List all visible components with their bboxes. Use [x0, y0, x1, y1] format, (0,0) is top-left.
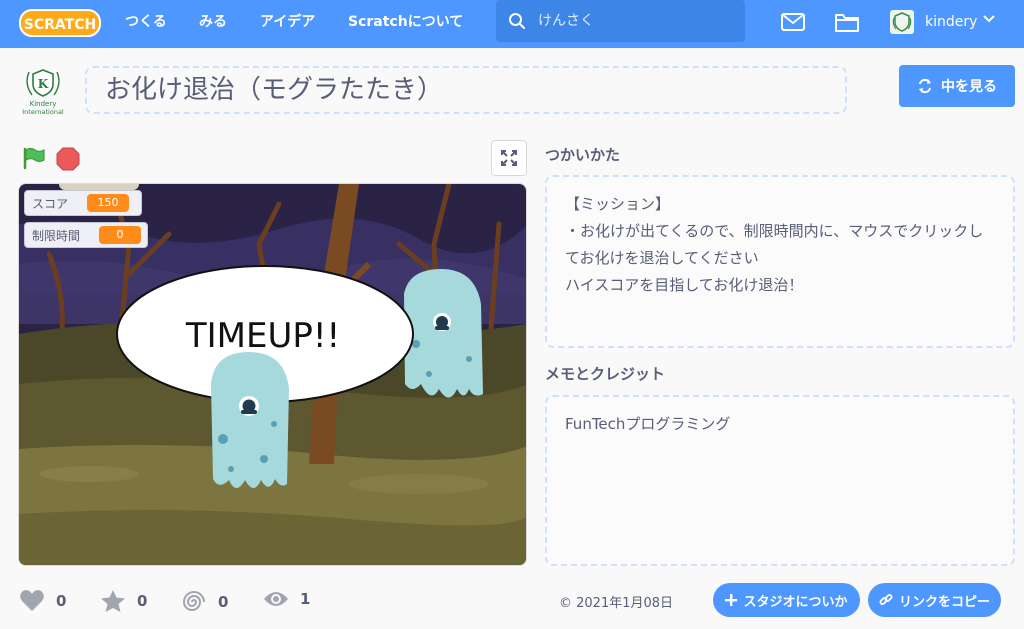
- fullscreen-button[interactable]: [491, 140, 527, 176]
- fullscreen-icon: [501, 150, 517, 166]
- search-input[interactable]: [538, 9, 733, 33]
- shield-icon: [892, 12, 912, 32]
- remix-arrows-icon: [919, 78, 931, 94]
- nav-create[interactable]: つくる: [125, 0, 167, 48]
- heart-icon: [20, 590, 44, 611]
- love-stat[interactable]: 0: [19, 589, 66, 613]
- scratch-logo[interactable]: SCRATCH: [19, 9, 101, 37]
- green-flag-icon[interactable]: [22, 147, 46, 169]
- speech-text: TIMEUP!!: [185, 316, 340, 356]
- instructions-text[interactable]: 【ミッション】 ・お化けが出てくるので、制限時間内に、マウスでクリックしてお化け…: [545, 175, 1015, 348]
- logo-text: SCRATCH: [24, 17, 96, 33]
- search-icon: [509, 13, 525, 29]
- ghost-center: [211, 352, 289, 488]
- credits-text[interactable]: FunTechプログラミング: [545, 395, 1015, 566]
- credits-heading: メモとクレジット: [545, 365, 666, 383]
- love-count: 0: [56, 592, 67, 610]
- copy-link-label: リンクをコピー: [898, 594, 990, 610]
- see-inside-label: 中を見る: [941, 79, 997, 95]
- top-nav: SCRATCH つくる みる アイデア Scratchについて kindery: [0, 0, 1024, 48]
- chevron-down-icon[interactable]: [983, 15, 995, 23]
- avatar-text-1: Kindery: [30, 100, 57, 108]
- mail-icon[interactable]: [781, 12, 805, 32]
- nav-ideas[interactable]: アイデア: [260, 0, 315, 48]
- search-box: [496, 0, 745, 42]
- timer-monitor[interactable]: 制限時間 0: [24, 222, 148, 248]
- add-to-studio-button[interactable]: スタジオについか: [713, 583, 860, 617]
- share-date-text: 2021年1月08日: [576, 596, 674, 611]
- spiral-remix-icon: [182, 591, 205, 611]
- copy-link-button[interactable]: リンクをコピー: [868, 583, 1001, 617]
- username[interactable]: kindery: [925, 0, 977, 44]
- timer-label: 制限時間: [32, 228, 81, 243]
- plus-icon: [725, 594, 738, 606]
- timer-value: 0: [99, 226, 141, 244]
- view-count: 1: [300, 590, 311, 608]
- remix-stat: 0: [181, 589, 228, 615]
- project-title[interactable]: お化け退治（モグラたたき）: [85, 66, 847, 114]
- score-label: スコア: [32, 196, 69, 211]
- star-icon: [101, 590, 125, 612]
- user-avatar[interactable]: [890, 10, 914, 34]
- nav-about[interactable]: Scratchについて: [348, 0, 463, 48]
- nav-explore[interactable]: みる: [199, 0, 227, 48]
- add-to-studio-label: スタジオについか: [743, 594, 848, 610]
- score-monitor[interactable]: スコア 150: [24, 190, 142, 216]
- see-inside-button[interactable]: 中を見る: [899, 65, 1015, 107]
- svg-text:K: K: [38, 77, 49, 91]
- score-value: 150: [87, 194, 129, 212]
- project-stage[interactable]: TIMEUP!! スコア 150 制限時間 0: [18, 183, 527, 566]
- view-stat: 1: [263, 589, 310, 609]
- link-icon: [879, 594, 893, 605]
- stop-icon[interactable]: [56, 147, 80, 171]
- folder-icon[interactable]: [834, 11, 860, 33]
- project-author-avatar[interactable]: K Kindery International: [18, 64, 68, 116]
- avatar-text-2: International: [22, 108, 64, 116]
- eye-icon: [264, 592, 288, 606]
- ghost-right: [404, 269, 483, 398]
- copyright-icon: ©: [559, 596, 572, 611]
- favorite-stat[interactable]: 0: [100, 589, 147, 613]
- instructions-heading: つかいかた: [545, 146, 621, 164]
- remix-count: 0: [218, 593, 229, 611]
- share-date: © 2021年1月08日: [559, 592, 673, 611]
- favorite-count: 0: [137, 592, 148, 610]
